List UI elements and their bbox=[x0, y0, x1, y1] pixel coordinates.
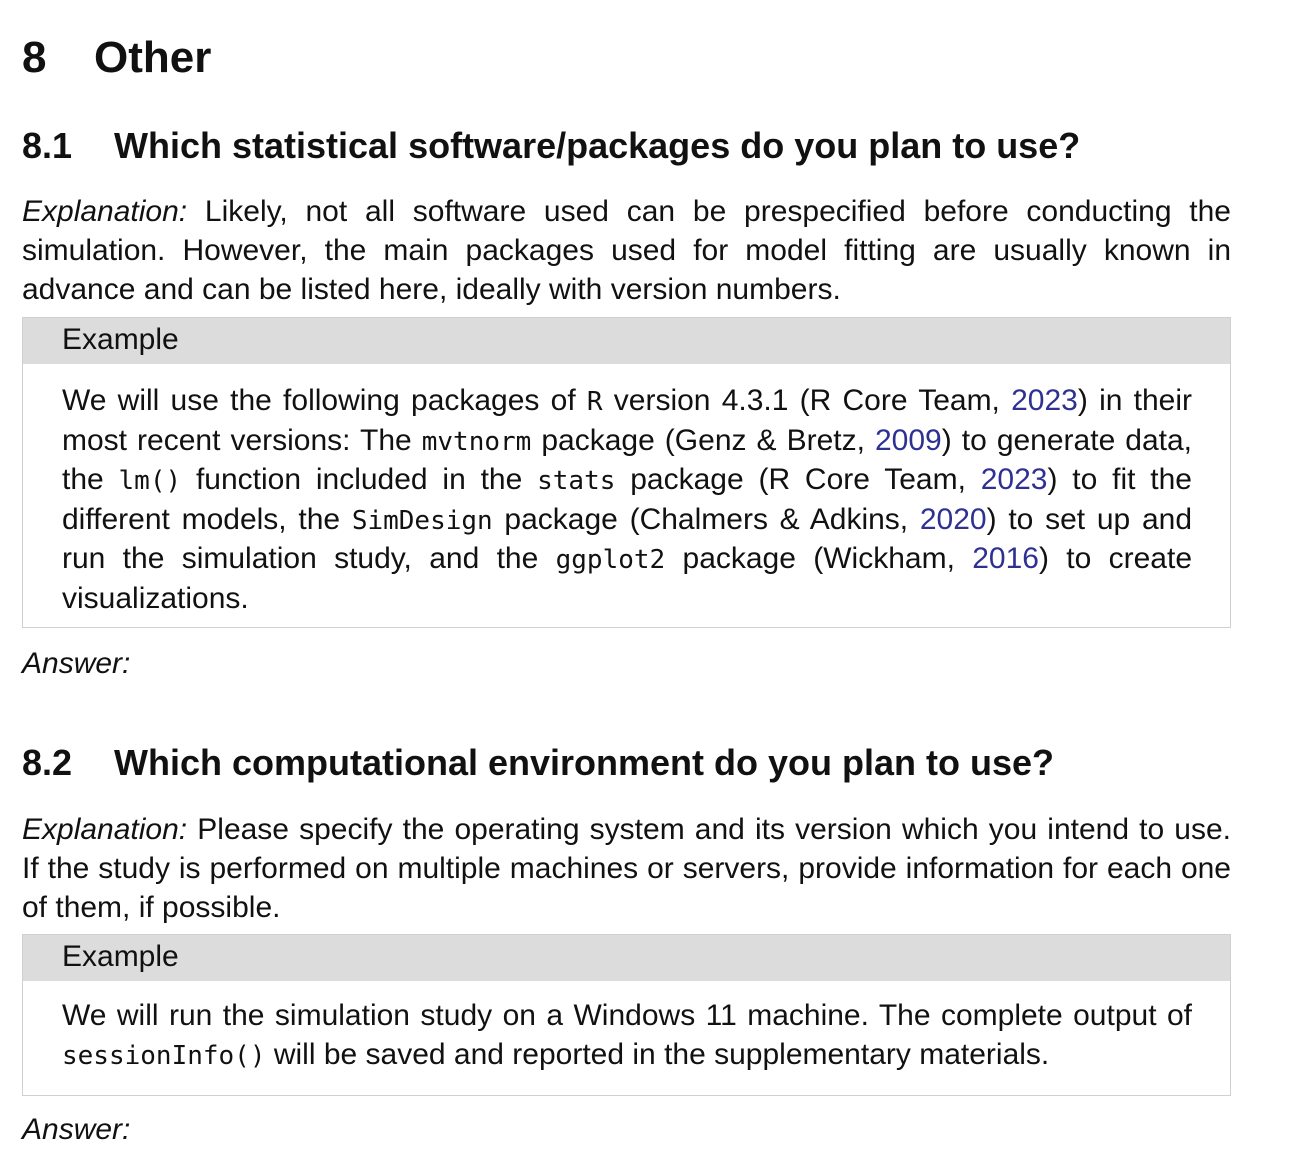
code-sessioninfo: sessionInfo() bbox=[62, 1040, 266, 1071]
subsection-title: Which computational environment do you p… bbox=[114, 742, 1055, 783]
subsection-title: Which statistical software/packages do y… bbox=[114, 125, 1081, 166]
example-text: function included in the bbox=[181, 463, 538, 496]
example-box-8-1: Example We will use the following packag… bbox=[22, 317, 1231, 628]
section-heading: 8 Other bbox=[22, 30, 211, 86]
code-r: R bbox=[586, 387, 603, 417]
explanation-paragraph-8-1: Explanation: Likely, not all software us… bbox=[22, 192, 1231, 309]
example-text: version 4.3.1 (R Core Team, bbox=[602, 384, 1012, 417]
explanation-label: Explanation: bbox=[22, 195, 188, 228]
explanation-paragraph-8-2: Explanation: Please specify the operatin… bbox=[22, 810, 1231, 927]
example-text: We will use the following packages of bbox=[62, 384, 587, 417]
explanation-text: Likely, not all software used can be pre… bbox=[22, 195, 1231, 306]
example-box-body: We will run the simulation study on a Wi… bbox=[23, 981, 1230, 1075]
example-text: package (Wickham, bbox=[665, 542, 973, 575]
example-box-8-2: Example We will run the simulation study… bbox=[22, 934, 1231, 1096]
citation-link[interactable]: 2009 bbox=[875, 424, 942, 457]
example-text: package (Chalmers & Adkins, bbox=[492, 502, 920, 536]
explanation-label: Explanation: bbox=[22, 813, 188, 846]
code-lm: lm() bbox=[118, 466, 182, 496]
example-text: We will run the simulation study on a Wi… bbox=[62, 999, 1192, 1032]
code-ggplot2: ggplot2 bbox=[555, 545, 666, 575]
subsection-heading-8-2: 8.2 Which computational environment do yo… bbox=[22, 741, 1054, 785]
example-box-header: Example bbox=[23, 935, 1230, 981]
section-title: Other bbox=[94, 33, 212, 82]
example-box-body: We will use the following packages of R … bbox=[23, 364, 1230, 618]
code-mvtnorm: mvtnorm bbox=[421, 426, 532, 457]
subsection-number: 8.2 bbox=[22, 742, 73, 783]
example-box-header: Example bbox=[23, 318, 1230, 364]
example-text: will be saved and reported in the supple… bbox=[265, 1037, 1050, 1071]
citation-link[interactable]: 2023 bbox=[981, 463, 1048, 496]
section-number: 8 bbox=[22, 33, 47, 82]
code-stats: stats bbox=[537, 466, 616, 496]
subsection-number: 8.1 bbox=[22, 125, 73, 166]
answer-label: Answer: bbox=[22, 647, 131, 680]
subsection-heading-8-1: 8.1 Which statistical software/packages d… bbox=[22, 124, 1080, 168]
citation-link[interactable]: 2016 bbox=[972, 542, 1039, 575]
explanation-text: Please specify the operating system and … bbox=[22, 813, 1231, 924]
citation-link[interactable]: 2020 bbox=[920, 503, 987, 536]
citation-link[interactable]: 2023 bbox=[1011, 384, 1078, 417]
example-text: package (R Core Team, bbox=[615, 463, 981, 496]
code-simdesign: SimDesign bbox=[351, 505, 493, 536]
example-text: package (Genz & Bretz, bbox=[531, 423, 875, 457]
